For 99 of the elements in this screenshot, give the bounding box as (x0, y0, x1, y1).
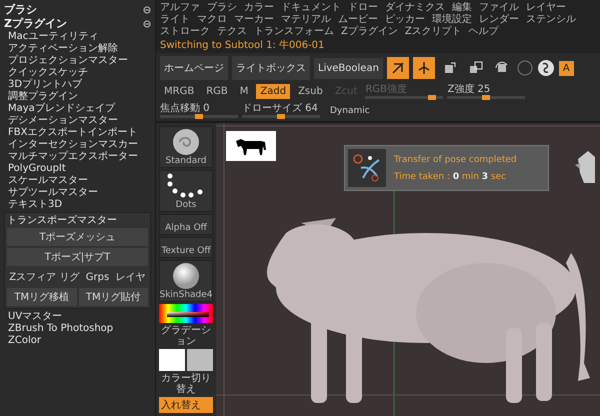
plugin-item[interactable]: Macユーティリティ (4, 31, 151, 42)
plugin-item[interactable]: UVマスター (4, 311, 151, 322)
pin-icon[interactable] (143, 6, 151, 14)
panel-header[interactable]: ブラシ (4, 2, 37, 17)
pin-icon[interactable] (143, 20, 151, 28)
cow-silhouette-icon (234, 136, 268, 156)
plugin-button[interactable]: TMリグ貼付 (78, 288, 148, 306)
gradient-label: グラデーション (160, 324, 212, 347)
slider-label: 焦点移動 0 (160, 103, 211, 114)
plugin-item[interactable]: クイックスケッチ (4, 67, 151, 78)
plugin-item[interactable]: デシメーションマスター (4, 115, 151, 126)
menu-item[interactable]: ムービー (338, 14, 378, 25)
move-icon (442, 61, 457, 75)
channel-toggle[interactable]: MRGB (160, 84, 198, 99)
menu-item[interactable]: ステンシル (526, 14, 576, 25)
scale-icon (468, 61, 483, 75)
shelf-tile[interactable]: Texture Off (159, 237, 213, 258)
plugin-toggle[interactable]: Zスフィア リグ (7, 268, 82, 286)
mode-button[interactable] (386, 57, 409, 79)
nav-button[interactable]: ライトボックス (232, 56, 310, 80)
plugin-item[interactable]: ZColor (4, 335, 151, 346)
plugin-item[interactable]: FBXエクスポートインポート (4, 127, 151, 138)
menu-item[interactable]: ピッカー (385, 14, 425, 25)
plugin-item[interactable]: マルチマップエクスポーター (4, 151, 151, 162)
menu-item[interactable]: レイヤー (526, 2, 566, 13)
plugin-item[interactable]: サブツールマスター (4, 187, 151, 198)
menu-item[interactable]: ライト (160, 14, 190, 25)
plugin-button[interactable]: Tポーズメッシュ (7, 228, 148, 246)
menu-item[interactable]: マーカー (234, 14, 274, 25)
notification-detail: Time taken : 0 min 3 sec (394, 172, 508, 182)
menu-item[interactable]: ブラシ (207, 2, 237, 13)
slider-label: ドローサイズ 64 (242, 103, 319, 114)
channel-toggle[interactable]: Zadd (256, 84, 290, 99)
menu-item[interactable]: ヘルプ (468, 26, 499, 37)
slider-thumb[interactable] (195, 114, 203, 119)
material-icon[interactable] (536, 59, 555, 77)
secondary-color-swatch[interactable] (187, 348, 213, 371)
slider-thumb[interactable] (482, 95, 490, 100)
main-color-swatch[interactable] (159, 348, 185, 371)
plugin-button[interactable]: Tポーズ|サブT (7, 248, 148, 266)
menu-item[interactable]: レンダー (479, 14, 519, 25)
sculpt-canvas[interactable]: Transfer of pose completed Time taken : 0 min 3 sec (216, 123, 600, 416)
plugin-item[interactable]: 調整プラグイン (4, 91, 151, 102)
plugin-button[interactable]: TMリグ移植 (7, 288, 76, 306)
menu-item[interactable]: トランスフォーム (254, 26, 334, 37)
menu-item[interactable]: 環境設定 (432, 14, 472, 25)
plugin-item[interactable]: Mayaブレンドシェイプ (4, 103, 151, 114)
shelf-tile[interactable]: Dots (159, 170, 213, 212)
rotate-icon (494, 61, 509, 75)
edit-icon (390, 61, 405, 75)
head-orientation-drawing (575, 151, 595, 183)
slider-thumb[interactable] (277, 114, 285, 119)
menu-item[interactable]: ファイル (479, 2, 519, 13)
status-message: Switching to Subtool 1: 牛006-01 (156, 39, 600, 53)
shelf-tile[interactable]: SkinShade4 (159, 260, 213, 302)
menu-item[interactable]: ダイナミクス (385, 2, 445, 13)
nav-button[interactable]: LiveBoolean (314, 58, 383, 78)
subpalette-title[interactable]: トランスポーズマスター (7, 215, 148, 226)
menu-item[interactable]: Zプラグイン (341, 26, 398, 37)
plugin-toggle[interactable]: レイヤ (113, 268, 148, 286)
menu-item[interactable]: マテリアル (281, 14, 331, 25)
plugin-item[interactable]: 3Dプリントハブ (4, 79, 151, 90)
channel-toggle[interactable]: Zsub (294, 84, 327, 99)
color-switch-label[interactable]: カラー切り替え (159, 372, 213, 395)
swap-button[interactable]: 入れ替え (159, 396, 213, 413)
channel-toggle[interactable]: RGB (202, 84, 232, 99)
shelf-tile[interactable]: Alpha Off (159, 214, 213, 236)
menu-item[interactable]: マクロ (197, 14, 227, 25)
menu-item[interactable]: テクス (217, 26, 247, 37)
plugin-item[interactable]: スケールマスター (4, 175, 151, 186)
menu-item[interactable]: ドキュメント (281, 2, 341, 13)
shelf-tile[interactable]: Standard (159, 126, 213, 168)
plugin-item[interactable]: インターセクションマスカー (4, 139, 151, 150)
menu-item[interactable]: ストローク (160, 26, 210, 37)
menu-item[interactable]: Zスクリプト (404, 26, 462, 37)
panel-header[interactable]: Zプラグイン (4, 16, 67, 31)
material-sphere-icon (171, 262, 201, 290)
menu-item[interactable]: 編集 (452, 2, 472, 13)
notification-title: Transfer of pose completed (394, 154, 517, 164)
nav-button[interactable]: ホームページ (160, 56, 228, 80)
draw-icon (416, 61, 431, 75)
menu-item[interactable]: アルファ (160, 2, 200, 13)
mode-button[interactable] (412, 57, 435, 79)
channel-toggle[interactable]: A (558, 60, 574, 76)
plugin-item[interactable]: ZBrush To Photoshop (4, 323, 151, 334)
sphere-icon[interactable] (516, 60, 533, 76)
plugin-item[interactable]: テキスト3D (4, 199, 151, 210)
dynamic-button[interactable]: Dynamic (324, 104, 376, 116)
menu-item[interactable]: ドロー (348, 2, 378, 13)
slider-label: RGB強度 (365, 84, 408, 95)
plugin-item[interactable]: プロジェクションマスター (4, 55, 151, 66)
slider-label: Z強度 25 (447, 84, 492, 95)
channel-toggle[interactable]: M (236, 84, 252, 99)
plugin-item[interactable]: アクティベーション解除 (4, 43, 151, 54)
plugin-item[interactable]: PolyGroupIt (4, 163, 151, 174)
plugin-toggle[interactable]: Grps (84, 268, 112, 286)
color-picker[interactable] (159, 304, 213, 323)
menu-item[interactable]: カラー (244, 2, 274, 13)
brush-sphere-icon (171, 128, 201, 156)
